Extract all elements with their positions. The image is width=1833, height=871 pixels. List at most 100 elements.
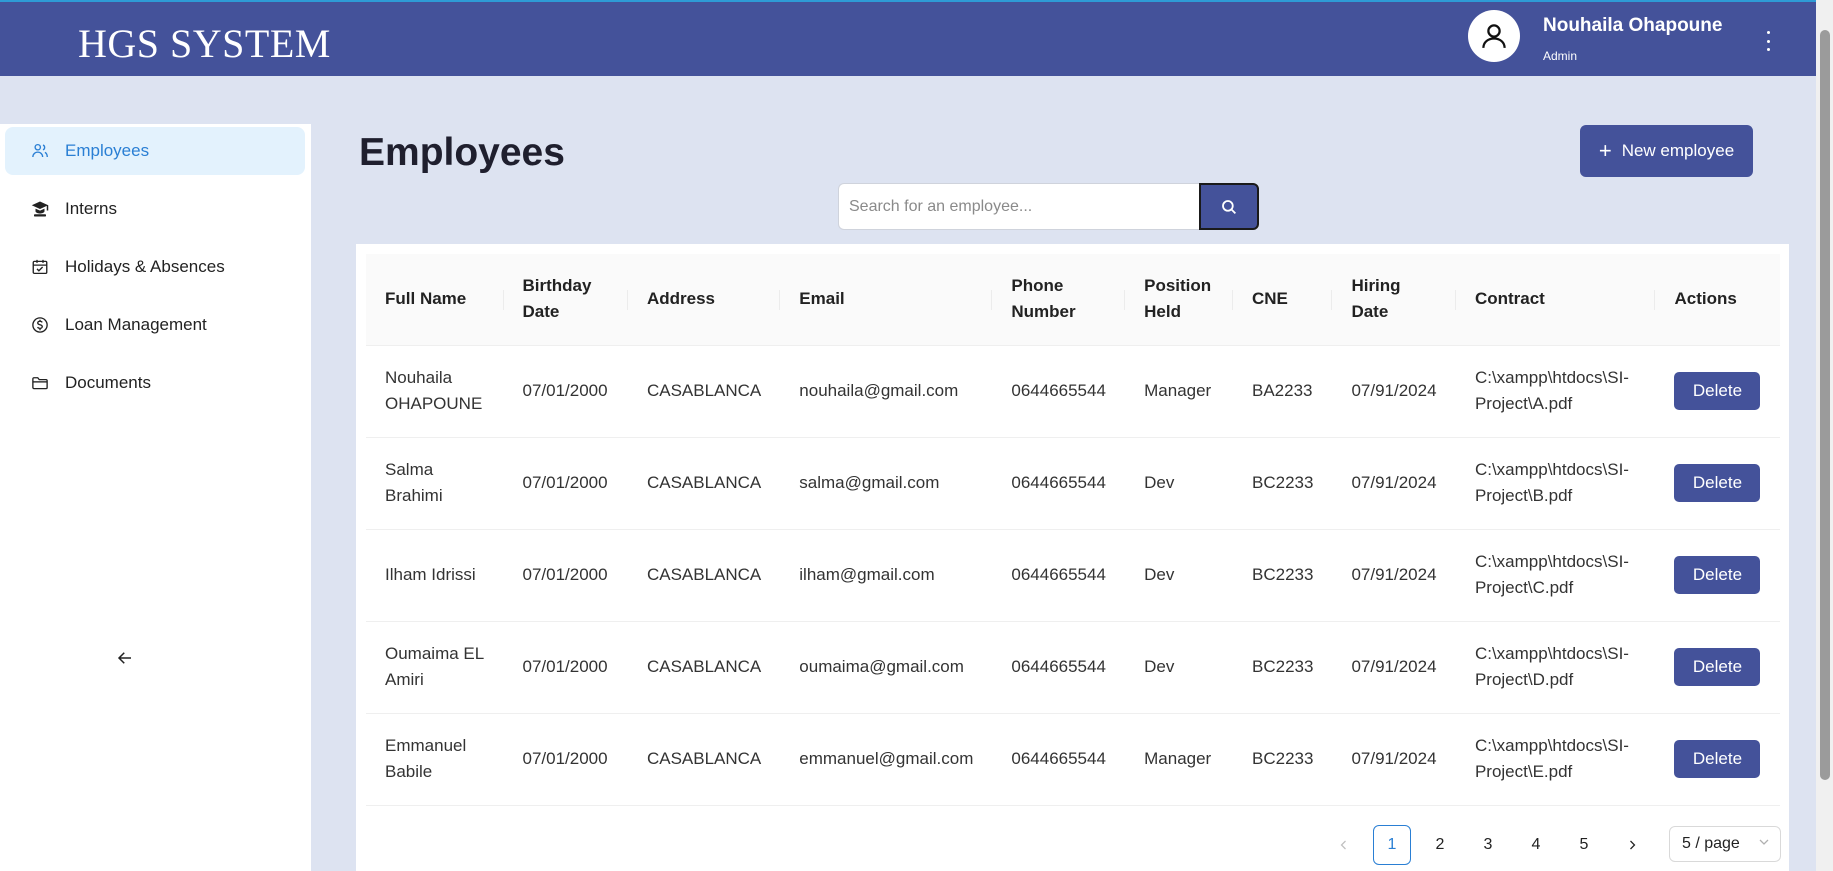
plus-icon: + — [1598, 138, 1612, 163]
dollar-circle-icon — [31, 316, 49, 334]
more-menu-icon[interactable] — [1758, 28, 1778, 54]
sidebar-item-loan-management[interactable]: Loan Management — [5, 301, 305, 349]
cell-hiring-date: 07/91/2024 — [1332, 621, 1456, 714]
cell-hiring-date: 07/91/2024 — [1332, 713, 1456, 806]
sidebar-item-holidays[interactable]: Holidays & Absences — [5, 243, 305, 291]
cell-cne: BA2233 — [1233, 345, 1333, 438]
cell-phone: 0644665544 — [992, 529, 1126, 622]
table-header-row: Full Name Birthday Date Address Email Ph… — [366, 254, 1780, 346]
scrollbar-thumb[interactable] — [1820, 30, 1830, 780]
cell-full-name: Ilham Idrissi — [366, 529, 504, 622]
chevron-right-icon — [1630, 840, 1636, 850]
cell-full-name: Emmanuel Babile — [366, 713, 504, 806]
prev-page-button[interactable] — [1325, 825, 1363, 865]
column-header[interactable]: Phone Number — [992, 254, 1126, 346]
page-size-select[interactable]: 5 / page — [1669, 826, 1781, 862]
table-row: Oumaima EL Amiri 07/01/2000 CASABLANCA o… — [366, 621, 1780, 714]
search-input[interactable] — [838, 183, 1199, 230]
avatar[interactable] — [1468, 10, 1520, 62]
next-page-button[interactable] — [1613, 825, 1651, 865]
cell-address: CASABLANCA — [627, 437, 781, 530]
collapse-sidebar-button[interactable] — [100, 640, 150, 676]
search-button[interactable] — [1199, 183, 1259, 230]
cell-cne: BC2233 — [1233, 529, 1333, 622]
cell-position: Dev — [1125, 529, 1233, 622]
column-header[interactable]: Birthday Date — [503, 254, 629, 346]
cell-position: Dev — [1125, 621, 1233, 714]
user-role: Admin — [1543, 49, 1578, 63]
table-row: Ilham Idrissi 07/01/2000 CASABLANCA ilha… — [366, 529, 1780, 622]
cell-phone: 0644665544 — [992, 437, 1126, 530]
cell-actions: Delete — [1655, 713, 1780, 806]
cell-position: Manager — [1125, 713, 1233, 806]
cell-contract: C:\xampp\htdocs\SI-Project\D.pdf — [1455, 621, 1656, 714]
table-row: Emmanuel Babile 07/01/2000 CASABLANCA em… — [366, 713, 1780, 806]
sidebar-item-label: Interns — [65, 199, 117, 218]
cell-address: CASABLANCA — [627, 713, 781, 806]
new-employee-label: New employee — [1621, 141, 1735, 160]
cell-hiring-date: 07/91/2024 — [1332, 437, 1456, 530]
delete-button[interactable]: Delete — [1674, 556, 1761, 594]
cell-actions: Delete — [1655, 621, 1780, 714]
search-bar — [838, 183, 1259, 230]
cell-address: CASABLANCA — [627, 621, 781, 714]
page-button-1[interactable]: 1 — [1373, 825, 1411, 865]
cell-email: oumaima@gmail.com — [780, 621, 993, 714]
sidebar-item-documents[interactable]: Documents — [5, 359, 305, 407]
folder-icon — [31, 374, 49, 392]
sidebar-item-employees[interactable]: Employees — [5, 127, 305, 175]
column-header[interactable]: Hiring Date — [1332, 254, 1456, 346]
cell-cne: BC2233 — [1233, 621, 1333, 714]
sidebar: Employees Interns Holidays & Absences Lo… — [0, 124, 311, 871]
cell-contract: C:\xampp\htdocs\SI-Project\C.pdf — [1455, 529, 1656, 622]
chevron-down-icon — [1759, 839, 1769, 845]
cell-hiring-date: 07/91/2024 — [1332, 529, 1456, 622]
column-header[interactable]: Address — [627, 254, 781, 346]
delete-button[interactable]: Delete — [1674, 740, 1761, 778]
cell-hiring-date: 07/91/2024 — [1332, 345, 1456, 438]
cell-phone: 0644665544 — [992, 713, 1126, 806]
user-name: Nouhaila Ohapoune — [1543, 15, 1723, 36]
cell-address: CASABLANCA — [627, 529, 781, 622]
column-header: Actions — [1655, 254, 1780, 346]
page-button-2[interactable]: 2 — [1421, 825, 1459, 865]
cell-contract: C:\xampp\htdocs\SI-Project\E.pdf — [1455, 713, 1656, 806]
delete-button[interactable]: Delete — [1674, 648, 1761, 686]
page-button-5[interactable]: 5 — [1565, 825, 1603, 865]
cell-email: emmanuel@gmail.com — [780, 713, 993, 806]
column-header[interactable]: Email — [780, 254, 993, 346]
column-header[interactable]: Full Name — [366, 254, 504, 346]
cell-email: nouhaila@gmail.com — [780, 345, 993, 438]
cell-phone: 0644665544 — [992, 621, 1126, 714]
table-row: Salma Brahimi 07/01/2000 CASABLANCA salm… — [366, 437, 1780, 530]
app-title: HGS SYSTEM — [78, 21, 331, 66]
column-header[interactable]: CNE — [1233, 254, 1333, 346]
cell-actions: Delete — [1655, 529, 1780, 622]
column-header[interactable]: Contract — [1455, 254, 1656, 346]
new-employee-button[interactable]: + New employee — [1580, 125, 1753, 177]
column-header[interactable]: Position Held — [1125, 254, 1233, 346]
delete-button[interactable]: Delete — [1674, 372, 1761, 410]
sidebar-item-label: Loan Management — [65, 315, 207, 334]
arrow-left-icon — [117, 652, 131, 664]
cell-birthday: 07/01/2000 — [503, 437, 628, 530]
cell-contract: C:\xampp\htdocs\SI-Project\A.pdf — [1455, 345, 1656, 438]
cell-full-name: Nouhaila OHAPOUNE — [366, 345, 504, 438]
cell-position: Dev — [1125, 437, 1233, 530]
cell-actions: Delete — [1655, 437, 1780, 530]
page-button-3[interactable]: 3 — [1469, 825, 1507, 865]
cell-birthday: 07/01/2000 — [503, 345, 628, 438]
pagination: 1 2 3 4 5 — [1325, 825, 1661, 865]
delete-button[interactable]: Delete — [1674, 464, 1761, 502]
graduate-icon — [31, 200, 49, 218]
page-title: Employees — [359, 131, 565, 174]
cell-birthday: 07/01/2000 — [503, 529, 628, 622]
page-scrollbar[interactable] — [1816, 0, 1833, 871]
sidebar-item-interns[interactable]: Interns — [5, 185, 305, 233]
chevron-left-icon — [1340, 840, 1346, 850]
page-button-4[interactable]: 4 — [1517, 825, 1555, 865]
cell-email: salma@gmail.com — [780, 437, 993, 530]
employees-table-card: Full Name Birthday Date Address Email Ph… — [356, 244, 1789, 871]
cell-cne: BC2233 — [1233, 437, 1333, 530]
cell-contract: C:\xampp\htdocs\SI-Project\B.pdf — [1455, 437, 1656, 530]
